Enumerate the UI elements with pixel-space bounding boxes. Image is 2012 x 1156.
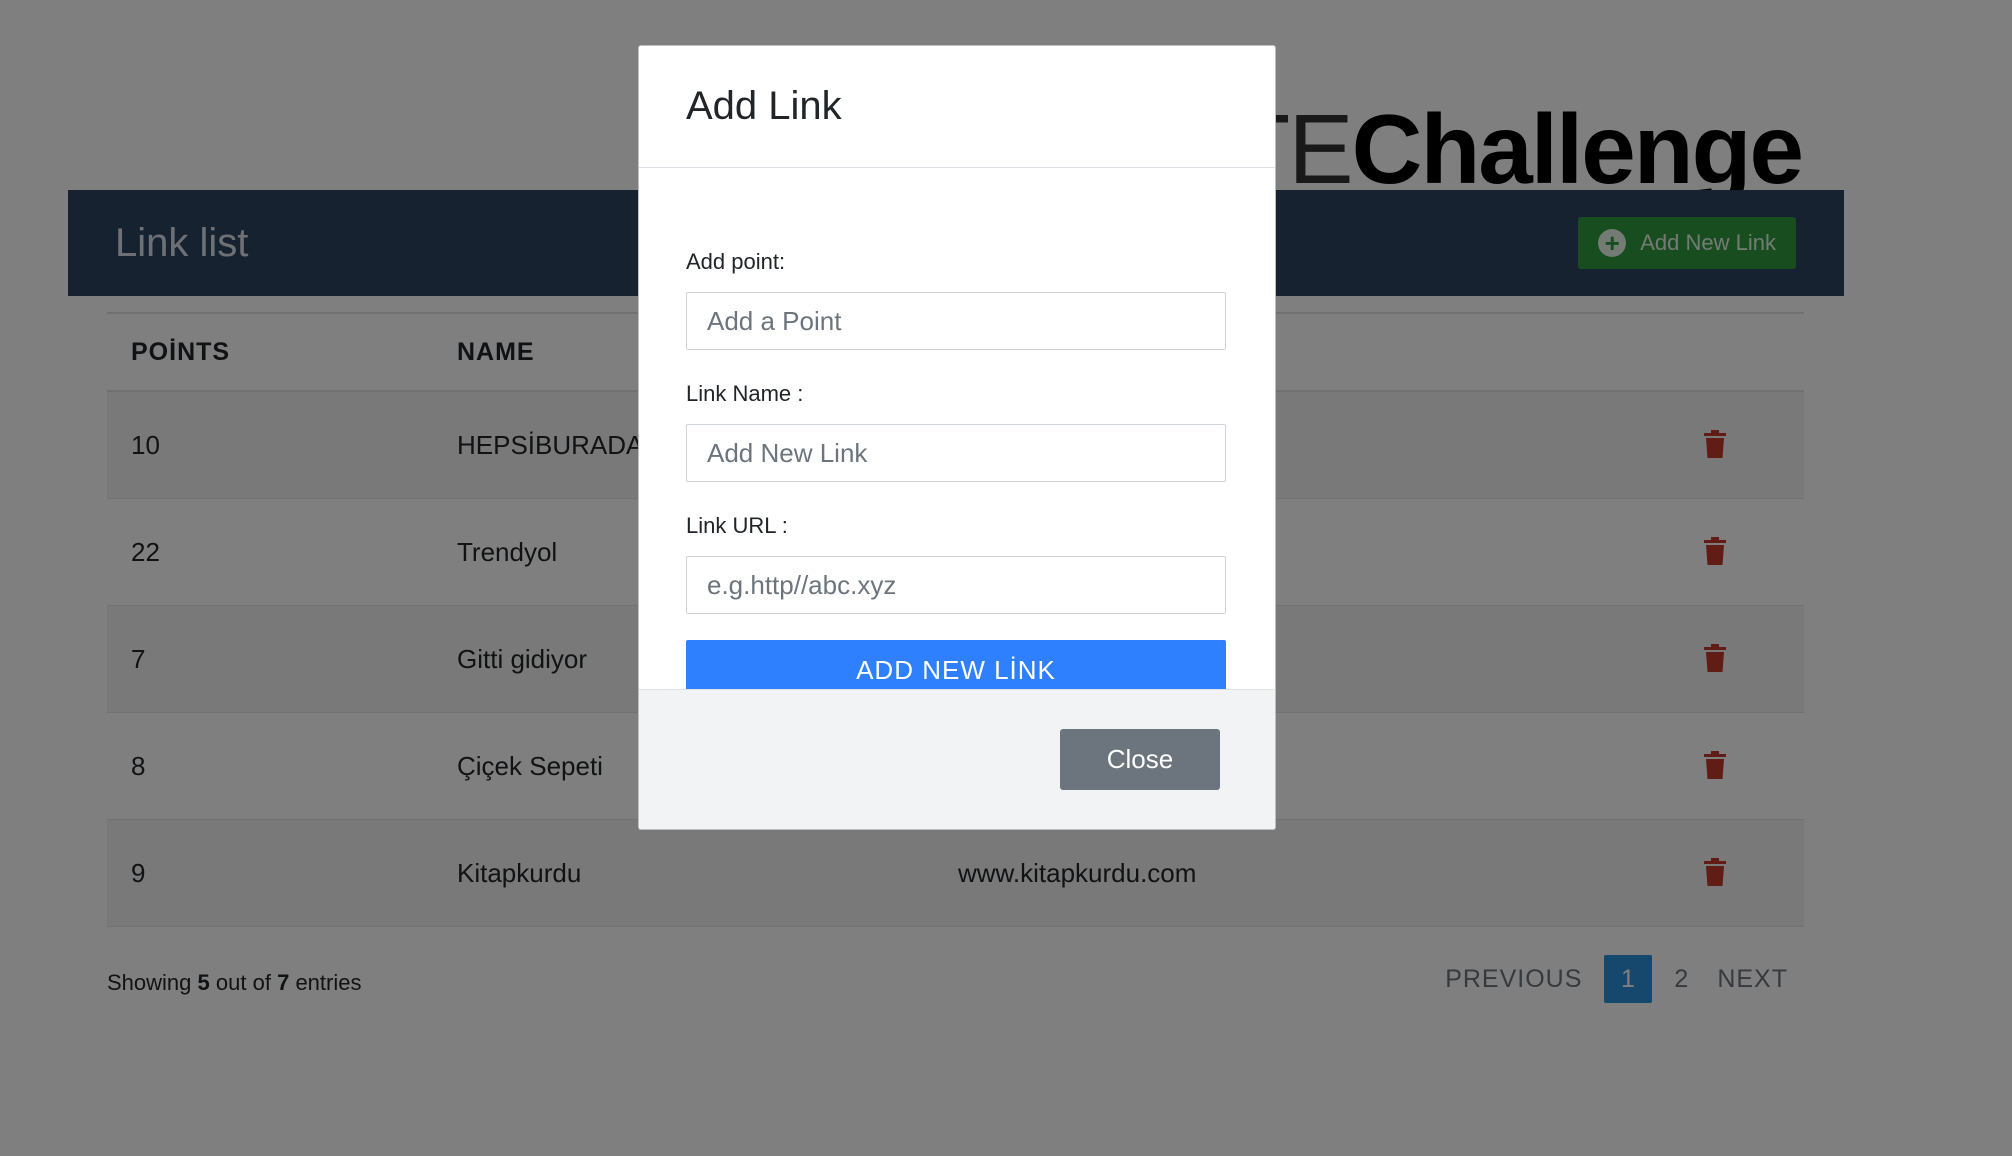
point-input[interactable]	[686, 292, 1226, 350]
close-button[interactable]: Close	[1060, 729, 1220, 790]
link-url-label: Link URL :	[686, 513, 788, 538]
modal-footer: Close	[639, 689, 1275, 829]
modal-header: Add Link	[639, 46, 1275, 168]
link-url-input[interactable]	[686, 556, 1226, 614]
add-link-modal: Add Link Add point: Link Name : Link URL…	[638, 45, 1276, 830]
page: OTEChallenge Link list + Add New Link PO…	[0, 0, 2012, 1156]
link-name-input[interactable]	[686, 424, 1226, 482]
modal-title: Add Link	[686, 84, 842, 128]
link-name-label: Link Name :	[686, 381, 804, 406]
point-label: Add point:	[686, 249, 786, 274]
